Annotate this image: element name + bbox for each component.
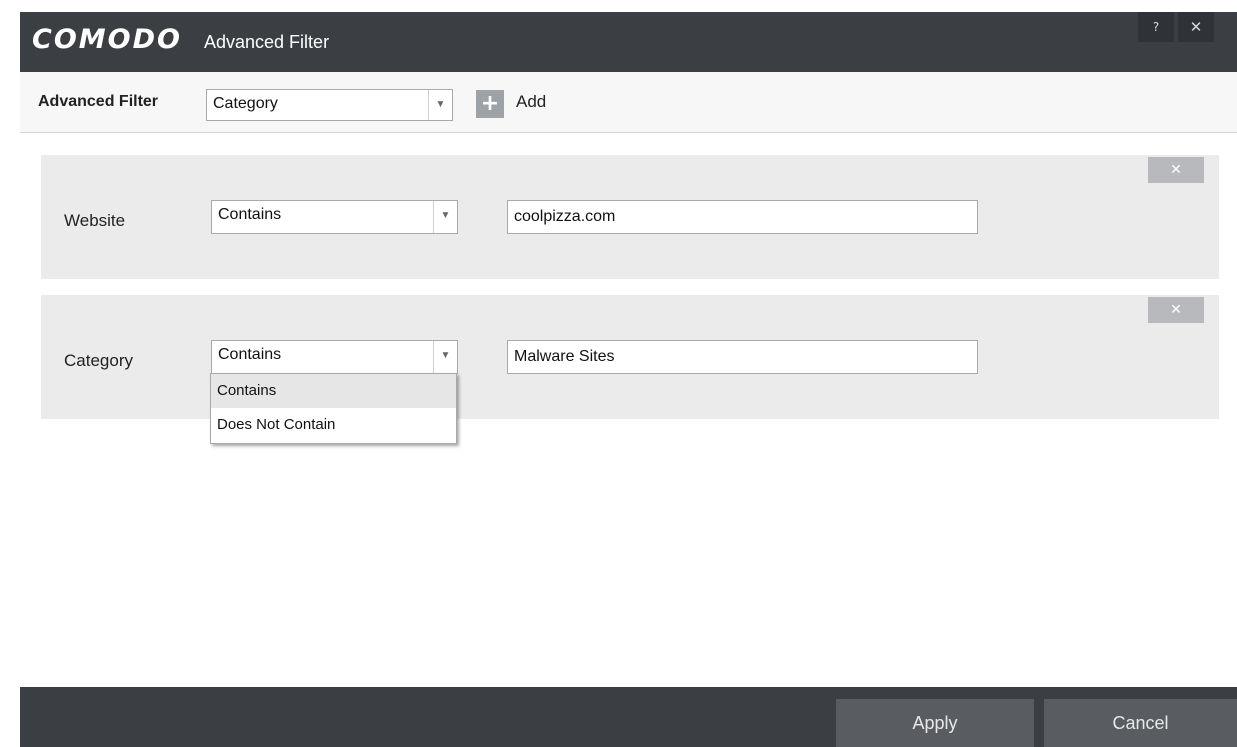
- operator-dropdown-list: Contains Does Not Contain: [210, 373, 457, 444]
- operator-select[interactable]: Contains ▼: [211, 340, 458, 374]
- operator-value: Contains: [218, 206, 282, 223]
- advanced-filter-window: COMODO Advanced Filter ? ✕ Advanced Filt…: [20, 12, 1237, 747]
- add-icon[interactable]: +: [476, 90, 504, 118]
- title-bar: COMODO Advanced Filter ? ✕: [20, 12, 1237, 72]
- operator-select[interactable]: Contains ▼: [211, 200, 458, 234]
- toolbar-label: Advanced Filter: [38, 93, 159, 110]
- row-label: Website: [64, 211, 126, 230]
- remove-row-button[interactable]: ✕: [1148, 297, 1204, 323]
- filter-toolbar: Advanced Filter Category ▼ + Add: [20, 72, 1237, 133]
- window-title: Advanced Filter: [204, 32, 330, 52]
- dialog-footer: Apply Cancel: [20, 687, 1237, 747]
- cancel-button[interactable]: Cancel: [1044, 699, 1237, 747]
- add-button[interactable]: Add: [516, 92, 546, 112]
- comodo-logo: COMODO: [32, 24, 182, 55]
- dropdown-option-contains[interactable]: Contains: [211, 374, 456, 408]
- value-input[interactable]: coolpizza.com: [507, 200, 978, 234]
- row-label: Category: [64, 351, 133, 370]
- value-input[interactable]: Malware Sites: [507, 340, 978, 374]
- help-icon[interactable]: ?: [1138, 12, 1174, 42]
- chevron-down-icon[interactable]: ▼: [428, 90, 452, 120]
- remove-row-button[interactable]: ✕: [1148, 157, 1204, 183]
- filter-row-website: ✕ Website Contains ▼ coolpizza.com: [41, 155, 1219, 279]
- chevron-down-icon[interactable]: ▼: [433, 341, 457, 373]
- apply-button[interactable]: Apply: [836, 699, 1034, 747]
- dropdown-option-does-not-contain[interactable]: Does Not Contain: [211, 408, 456, 442]
- chevron-down-icon[interactable]: ▼: [433, 201, 457, 233]
- filter-type-select[interactable]: Category ▼: [206, 89, 453, 121]
- filter-type-value: Category: [213, 95, 278, 112]
- operator-value: Contains: [218, 346, 282, 363]
- close-window-button[interactable]: ✕: [1178, 12, 1214, 42]
- filter-content: Advanced Filter Category ▼ + Add ✕ Websi…: [20, 72, 1237, 687]
